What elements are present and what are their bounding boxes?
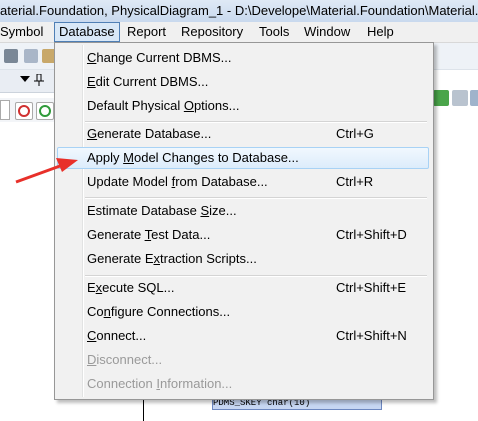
accelerator-key: x	[153, 251, 161, 266]
accelerator-key: x	[95, 280, 103, 295]
menu-item-label: Generate Database...	[87, 126, 212, 141]
menu-item-generate-test-data[interactable]: Generate Test Data... Ctrl+Shift+D	[57, 224, 429, 246]
browser-toolbar	[0, 70, 60, 93]
check-model-icon[interactable]	[433, 90, 449, 106]
menu-item-shortcut: Ctrl+Shift+E	[336, 280, 407, 295]
accelerator-key: C	[87, 328, 97, 343]
menu-item-label: Generate Extraction Scripts...	[87, 251, 257, 266]
accelerator-key: O	[183, 98, 194, 113]
chevron-down-icon[interactable]	[20, 76, 30, 84]
filter-icon[interactable]	[15, 102, 33, 120]
menu-item-shortcut: Ctrl+G	[336, 126, 374, 141]
toolbar-overflow-icon[interactable]	[470, 90, 478, 106]
cut-icon[interactable]	[4, 49, 18, 63]
menu-item-shortcut: Ctrl+Shift+N	[336, 328, 407, 343]
accelerator-key: T	[144, 227, 152, 242]
menu-symbol[interactable]: Symbol	[0, 22, 43, 42]
browser-tools	[0, 98, 60, 122]
accelerator-key: E	[87, 74, 96, 89]
accelerator-key: I	[156, 376, 161, 391]
accelerator-key: f	[171, 174, 176, 189]
menu-item-label: Edit Current DBMS...	[87, 74, 209, 89]
accelerator-key: S	[200, 203, 210, 218]
accelerator-key: D	[87, 352, 97, 367]
menu-item-label: Estimate Database Size...	[87, 203, 237, 218]
menu-item-shortcut: Ctrl+R	[336, 174, 374, 189]
menu-bar: Symbol Database Report Repository Tools …	[0, 22, 478, 43]
accelerator-key: n	[103, 304, 111, 319]
menu-item-default-physical-options[interactable]: Default Physical Options...	[57, 95, 429, 117]
menu-help[interactable]: Help	[367, 22, 394, 42]
menu-item-label: Change Current DBMS...	[87, 50, 232, 65]
menu-item-label: Update Model from Database...	[87, 174, 268, 189]
menu-tools[interactable]: Tools	[259, 22, 289, 42]
menu-item-label: Default Physical Options...	[87, 98, 240, 113]
menu-item-connection-information: Connection Information...	[57, 373, 429, 395]
menu-item-label: Connection Information...	[87, 376, 233, 391]
menu-item-configure-connections[interactable]: Configure Connections...	[57, 301, 429, 323]
menu-repository[interactable]: Repository	[181, 22, 243, 42]
menu-item-label: Connect...	[87, 328, 147, 343]
menu-item-connect[interactable]: Connect... Ctrl+Shift+N	[57, 325, 429, 347]
database-menu: Change Current DBMS... Edit Current DBMS…	[54, 42, 434, 400]
menu-item-label: Disconnect...	[87, 352, 163, 367]
accelerator-key: M	[123, 150, 134, 165]
menu-item-edit-current-dbms[interactable]: Edit Current DBMS...	[57, 71, 429, 93]
menu-item-execute-sql[interactable]: Execute SQL... Ctrl+Shift+E	[57, 277, 429, 299]
menu-item-generate-extraction-scripts[interactable]: Generate Extraction Scripts...	[57, 248, 429, 270]
menu-item-label: Execute SQL...	[87, 280, 175, 295]
menu-item-estimate-database-size[interactable]: Estimate Database Size...	[57, 200, 429, 222]
menu-item-apply-model-changes[interactable]: Apply Model Changes to Database...	[57, 147, 429, 169]
menu-window[interactable]: Window	[304, 22, 350, 42]
menu-database[interactable]: Database	[54, 22, 120, 42]
menu-item-disconnect: Disconnect...	[57, 349, 429, 371]
menu-item-label: Configure Connections...	[87, 304, 231, 319]
menu-item-change-current-dbms[interactable]: Change Current DBMS...	[57, 47, 429, 69]
window-title-bar: aterial.Foundation, PhysicalDiagram_1 - …	[0, 0, 478, 23]
menu-report[interactable]: Report	[127, 22, 166, 42]
window-title: aterial.Foundation, PhysicalDiagram_1 - …	[0, 3, 478, 18]
document-icon[interactable]	[452, 90, 468, 106]
menu-item-label: Generate Test Data...	[87, 227, 211, 242]
refresh-icon[interactable]	[36, 102, 54, 120]
menu-separator	[85, 197, 427, 199]
copy-icon[interactable]	[24, 49, 38, 63]
menu-item-label: Apply Model Changes to Database...	[87, 150, 299, 165]
menu-item-generate-database[interactable]: Generate Database... Ctrl+G	[57, 123, 429, 145]
browser-search-box[interactable]	[0, 100, 10, 120]
menu-item-update-model-from-database[interactable]: Update Model from Database... Ctrl+R	[57, 171, 429, 193]
accelerator-key: C	[87, 50, 97, 65]
accelerator-key: G	[87, 126, 98, 141]
menu-item-shortcut: Ctrl+Shift+D	[336, 227, 407, 242]
pin-icon[interactable]	[34, 74, 44, 86]
